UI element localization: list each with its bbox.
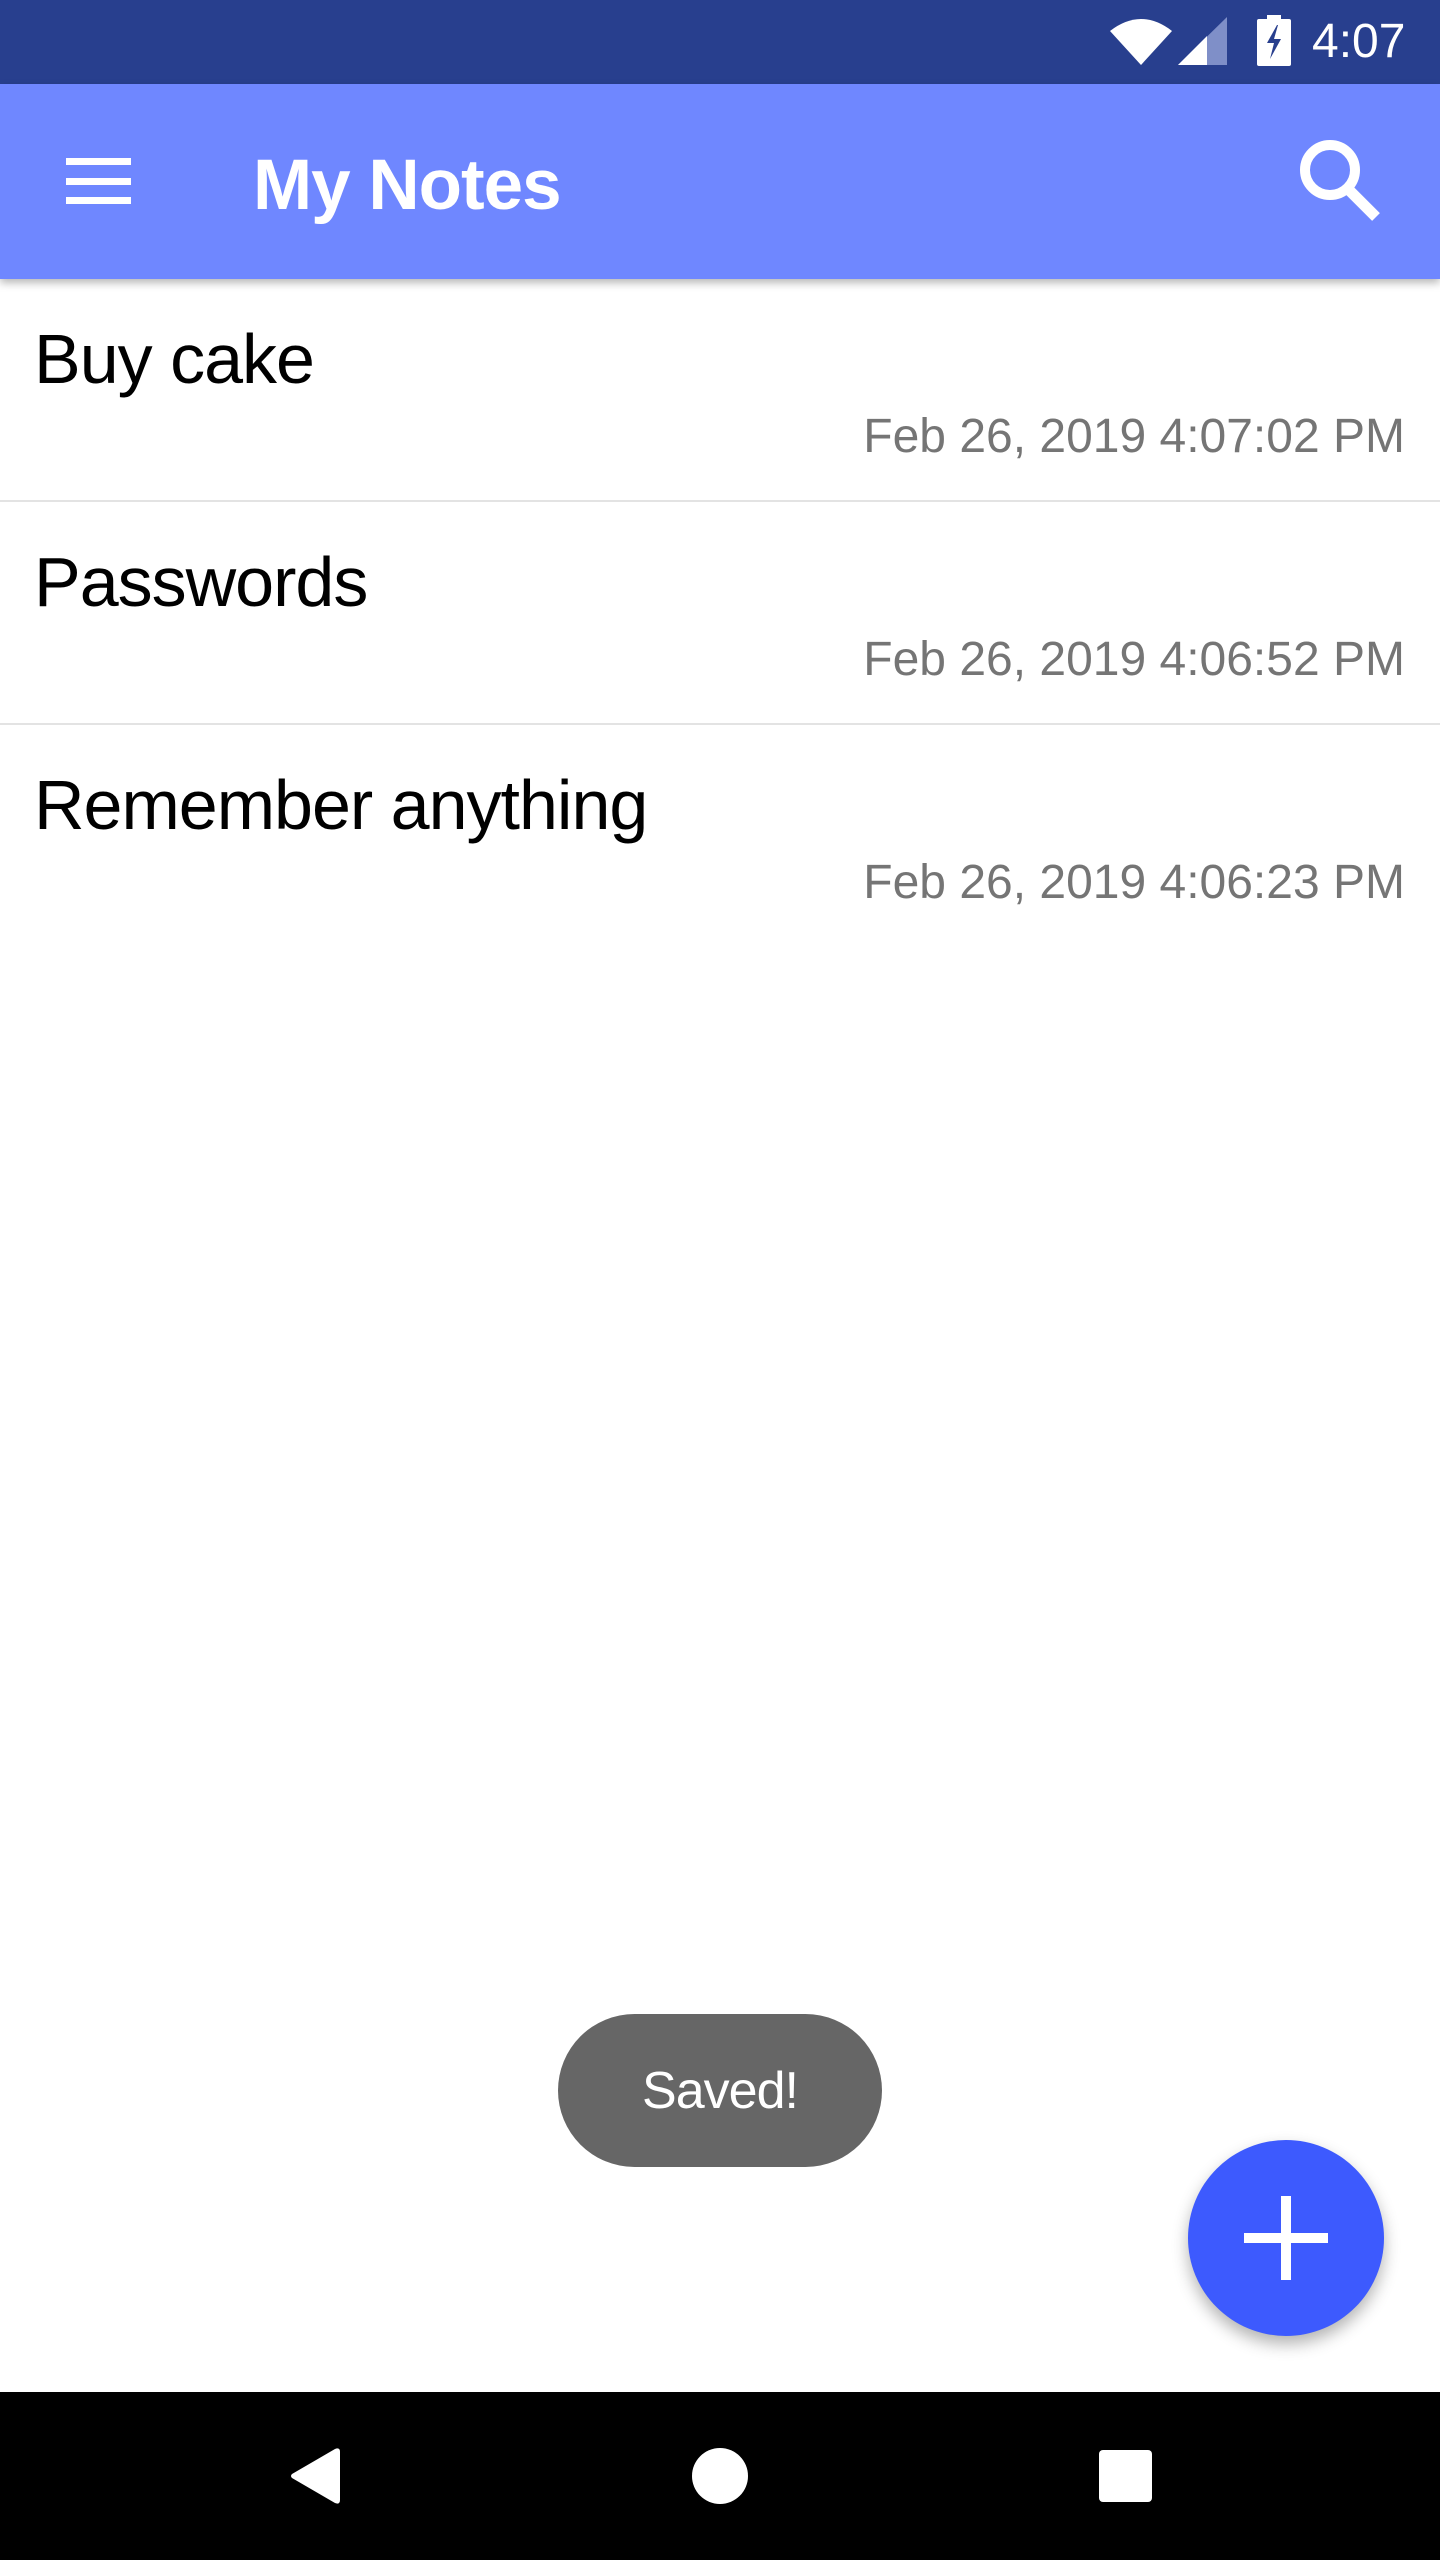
recents-icon (1099, 2450, 1152, 2502)
cell-signal-icon (1178, 17, 1227, 65)
search-icon (1300, 140, 1380, 221)
battery-charging-icon (1257, 15, 1291, 66)
page-title: My Notes (253, 146, 562, 225)
app-bar: My Notes (0, 84, 1440, 279)
recents-button[interactable] (1061, 2418, 1191, 2534)
toast: Saved! (558, 2014, 882, 2167)
screen: 4:07 My Notes Buy cake Feb 26, 2019 4:07… (0, 0, 1440, 2560)
wifi-icon (1110, 19, 1172, 65)
status-bar: 4:07 (0, 0, 1440, 84)
note-list-item[interactable]: Passwords Feb 26, 2019 4:06:52 PM (0, 502, 1440, 725)
note-list-item[interactable]: Buy cake Feb 26, 2019 4:07:02 PM (0, 279, 1440, 502)
note-title: Passwords (34, 543, 368, 621)
note-list: Buy cake Feb 26, 2019 4:07:02 PM Passwor… (0, 279, 1440, 948)
back-button[interactable] (251, 2418, 381, 2534)
note-timestamp: Feb 26, 2019 4:07:02 PM (863, 410, 1405, 463)
note-list-item[interactable]: Remember anything Feb 26, 2019 4:06:23 P… (0, 725, 1440, 948)
navigation-bar (0, 2392, 1440, 2560)
search-button[interactable] (1284, 128, 1396, 240)
add-note-button[interactable] (1188, 2140, 1384, 2336)
home-icon (692, 2448, 748, 2504)
note-title: Buy cake (34, 320, 315, 398)
home-button[interactable] (655, 2418, 785, 2534)
back-icon (291, 2448, 340, 2504)
toast-message: Saved! (642, 2061, 799, 2120)
menu-button[interactable] (42, 122, 154, 234)
note-timestamp: Feb 26, 2019 4:06:23 PM (863, 856, 1405, 909)
status-time: 4:07 (1312, 15, 1406, 68)
note-timestamp: Feb 26, 2019 4:06:52 PM (863, 633, 1405, 686)
note-title: Remember anything (34, 766, 648, 844)
